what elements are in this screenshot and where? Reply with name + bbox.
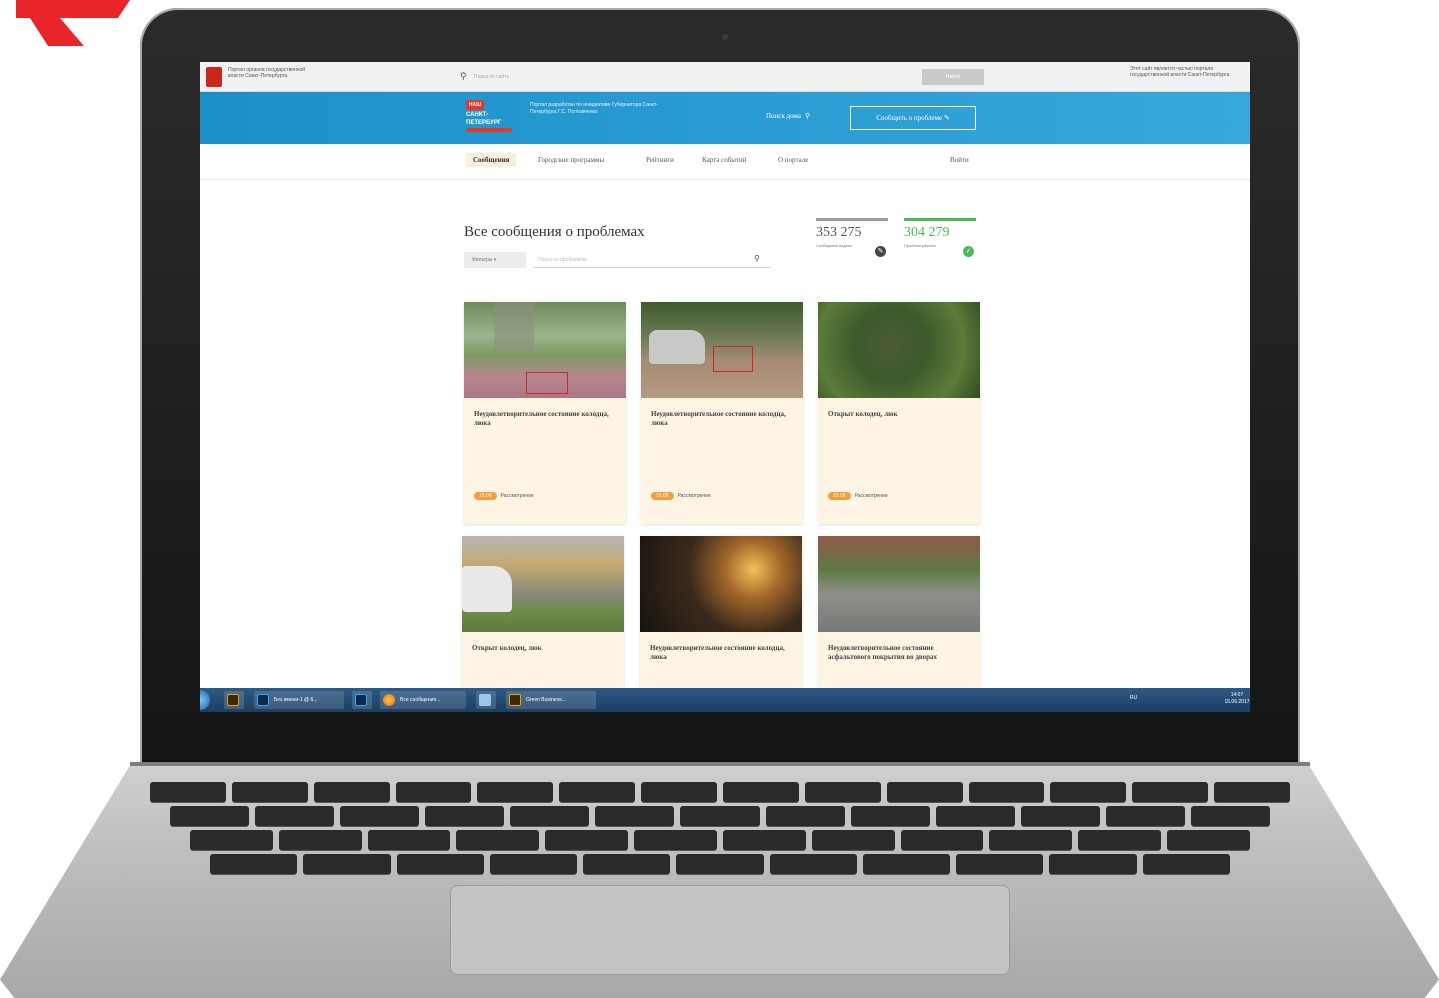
system-clock[interactable]: 14:07 15.06.2017: [1224, 692, 1250, 706]
illustrator-icon: [227, 694, 239, 706]
problem-title: Открыт колодец, люк: [828, 410, 898, 418]
stat-submitted-value: 353 275: [816, 225, 862, 240]
taskbar-item-explorer[interactable]: [476, 691, 496, 709]
problem-search-input[interactable]: Поиск по проблемам: [534, 252, 770, 268]
gov-search-input[interactable]: Поиск по сайту: [474, 70, 914, 84]
logo-swoosh: [466, 128, 512, 132]
status-text: Рассмотрение: [854, 493, 888, 499]
taskbar-item-green-business[interactable]: Green Business...: [506, 691, 596, 709]
problem-status: 15.06 Рассмотрение: [651, 492, 711, 500]
problem-photo: [640, 536, 802, 632]
search-icon: ⚲: [460, 71, 467, 81]
stat-solved-label: Проблем решено: [904, 243, 937, 248]
problem-status: 15.06 Рассмотрение: [474, 492, 534, 500]
problem-photo: [818, 536, 980, 632]
status-date-badge: 15.06: [474, 492, 497, 500]
os-taskbar: Без имени-1 @ 6... Все сообщения... Gree…: [200, 688, 1250, 712]
pencil-icon: ✎: [943, 114, 950, 122]
gov-portal-note: Этот сайт является частью портала госуда…: [1130, 66, 1230, 78]
filters-label: Фильтры: [472, 257, 493, 263]
illustrator-icon: [509, 694, 521, 706]
trackpad: [450, 885, 1010, 975]
status-date-badge: 15.06: [828, 492, 851, 500]
pencil-icon: ✎: [875, 246, 886, 257]
nav-item-ratings[interactable]: Рейтинги: [646, 156, 674, 164]
problem-title: Неудовлетворительное состояние колодца, …: [474, 410, 609, 427]
problem-photo: [818, 302, 980, 398]
report-problem-button[interactable]: Сообщить о проблеме ✎: [850, 106, 976, 130]
coat-of-arms-icon[interactable]: [206, 67, 222, 87]
taskbar-item-label: Green Business...: [526, 697, 566, 703]
main-content: Все сообщения о проблемах Фильтры ▾ Поис…: [200, 180, 1250, 712]
filters-dropdown[interactable]: Фильтры ▾: [464, 252, 526, 268]
camera-dot: [722, 34, 728, 40]
taskbar-item-label: Без имени-1 @ 6...: [274, 697, 318, 703]
photoshop-icon: [257, 694, 269, 706]
login-link[interactable]: Войти: [950, 156, 969, 164]
taskbar-item-illustrator[interactable]: [224, 691, 244, 709]
logo-text-line2: ПЕТЕРБУРГ: [466, 120, 502, 126]
taskbar-item-label: Все сообщения...: [400, 697, 441, 703]
photoshop-icon: [355, 694, 367, 706]
problem-status: 15.06 Рассмотрение: [828, 492, 888, 500]
stat-solved-value: 304 279: [904, 225, 950, 240]
start-button[interactable]: [200, 690, 210, 710]
search-icon[interactable]: ⚲: [754, 254, 760, 263]
gov-portal-link[interactable]: Портал органов государственной власти Са…: [228, 67, 318, 79]
status-text: Рассмотрение: [500, 493, 534, 499]
stat-bar: [904, 218, 976, 221]
clock-time: 14:07: [1230, 692, 1244, 698]
problem-card[interactable]: Неудовлетворительное состояние колодца, …: [464, 302, 626, 524]
logo-text-line1: САНКТ-: [466, 112, 489, 118]
folder-icon: [479, 694, 491, 706]
page-title: Все сообщения о проблемах: [464, 224, 645, 240]
problem-title: Неудовлетворительное состояние колодца, …: [651, 410, 786, 427]
site-header: НАШ САНКТ- ПЕТЕРБУРГ Портал разработан п…: [200, 92, 1250, 144]
nav-item-about[interactable]: О портале: [778, 156, 808, 164]
house-search-label: Поиск дома: [766, 112, 801, 120]
firefox-icon: [383, 694, 395, 706]
status-date-badge: 15.06: [651, 492, 674, 500]
clock-date: 15.06.2017: [1224, 699, 1250, 705]
problem-card[interactable]: Открыт колодец, люк: [462, 536, 624, 712]
stat-submitted: 353 275 Сообщений подано ✎: [816, 218, 888, 257]
site-logo[interactable]: НАШ САНКТ- ПЕТЕРБУРГ: [466, 100, 518, 134]
checkmark-icon: ✓: [963, 246, 974, 257]
stat-submitted-label: Сообщений подано: [816, 243, 853, 248]
corner-logo-mark: [16, 0, 130, 46]
logo-badge: НАШ: [466, 100, 484, 110]
problem-card[interactable]: Открыт колодец, люк 15.06 Рассмотрение: [818, 302, 980, 524]
house-search-link[interactable]: Поиск дома ⚲: [766, 112, 810, 120]
problem-photo: [464, 302, 626, 398]
gov-search-button[interactable]: Найти: [922, 69, 984, 85]
main-nav: Сообщения Городские программы Рейтинги К…: [200, 144, 1250, 180]
browser-screen: Портал органов государственной власти Са…: [200, 62, 1250, 712]
problem-card[interactable]: Неудовлетворительное состояние колодца, …: [640, 536, 802, 712]
problem-title: Неудовлетворительное состояние колодца, …: [650, 644, 785, 661]
problem-photo: [641, 302, 803, 398]
nav-item-messages[interactable]: Сообщения: [466, 153, 517, 167]
report-problem-label: Сообщить о проблеме: [876, 114, 943, 122]
chevron-down-icon: ▾: [493, 257, 497, 263]
nav-item-events-map[interactable]: Карта событий: [702, 156, 747, 164]
status-text: Рассмотрение: [677, 493, 711, 499]
stat-bar: [816, 218, 888, 221]
problem-card[interactable]: Неудовлетворительное состояние асфальтов…: [818, 536, 980, 712]
site-tagline: Портал разработан по инициативе Губернат…: [530, 102, 658, 115]
search-icon: ⚲: [804, 112, 811, 120]
problem-photo: [462, 536, 624, 632]
taskbar-item-photoshop-doc[interactable]: Без имени-1 @ 6...: [254, 691, 344, 709]
problem-card[interactable]: Неудовлетворительное состояние колодца, …: [641, 302, 803, 524]
keyboard: [150, 782, 1291, 882]
nav-item-city-programs[interactable]: Городские программы: [538, 156, 604, 164]
language-indicator[interactable]: RU: [1130, 695, 1137, 701]
stat-solved: 304 279 Проблем решено ✓: [904, 218, 976, 257]
problem-title: Неудовлетворительное состояние асфальтов…: [828, 644, 938, 661]
problem-title: Открыт колодец, люк: [472, 644, 542, 652]
gov-portal-bar: Портал органов государственной власти Са…: [200, 62, 1250, 92]
taskbar-item-photoshop[interactable]: [352, 691, 372, 709]
taskbar-item-browser[interactable]: Все сообщения...: [380, 691, 466, 709]
